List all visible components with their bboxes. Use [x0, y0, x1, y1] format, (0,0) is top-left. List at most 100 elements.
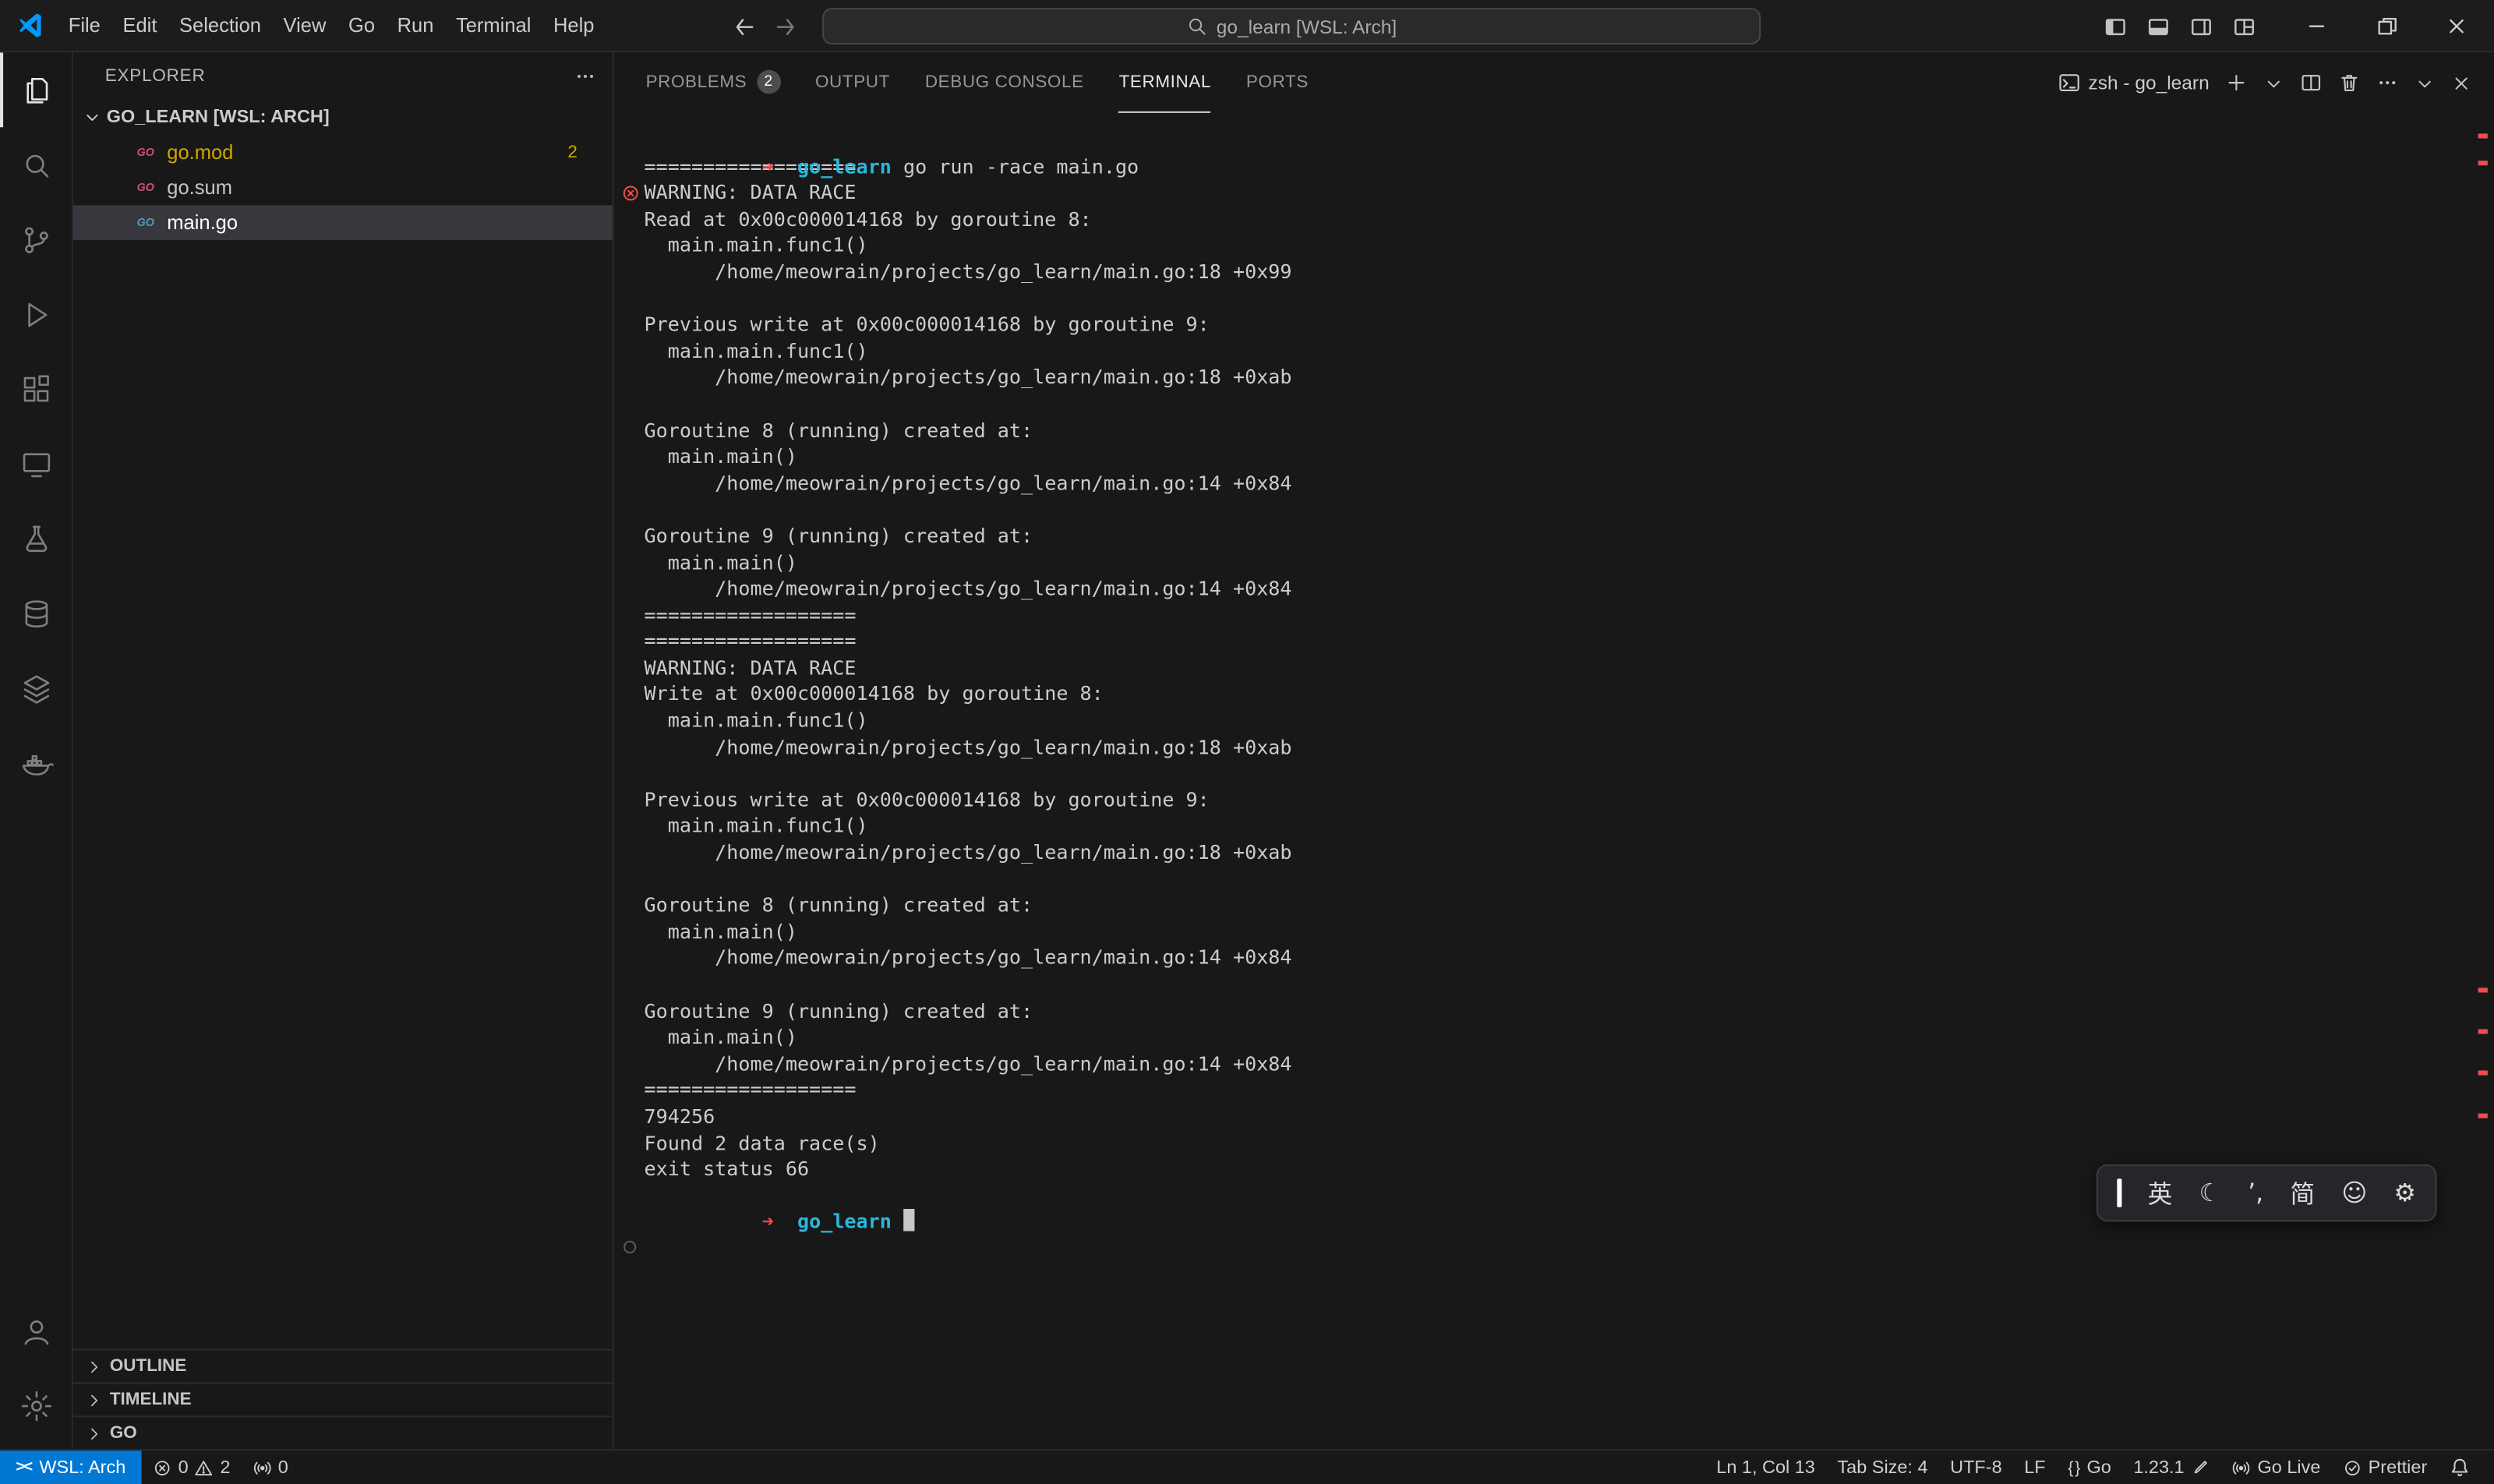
sidebar-sections: OUTLINE TIMELINE GO	[73, 1349, 613, 1450]
terminal-output: ================== WARNING: DATA RACE Re…	[645, 154, 2463, 1183]
shell-name: zsh - go_learn	[2088, 72, 2209, 94]
explorer-sidebar: EXPLORER GO_LEARN [WSL: ARCH] GO go.mod …	[73, 52, 613, 1449]
search-icon	[1186, 16, 1207, 37]
go-version[interactable]: 1.23.1	[2122, 1450, 2220, 1484]
toggle-secondary-sidebar-icon[interactable]	[2188, 13, 2214, 39]
chevron-down-icon	[83, 108, 101, 127]
menu-terminal[interactable]: Terminal	[445, 0, 542, 51]
tab-debug-console[interactable]: DEBUG CONSOLE	[925, 52, 1084, 113]
customize-layout-icon[interactable]	[2231, 13, 2257, 39]
file-row-main-go[interactable]: GO main.go	[73, 205, 613, 240]
file-row-go-mod[interactable]: GO go.mod 2	[73, 135, 613, 170]
bottom-panel: PROBLEMS 2 OUTPUT DEBUG CONSOLE TERMINAL…	[613, 52, 2494, 1449]
encoding[interactable]: UTF-8	[1939, 1450, 2013, 1484]
minimize-button[interactable]	[2281, 0, 2351, 52]
tree-root-go-learn[interactable]: GO_LEARN [WSL: ARCH]	[73, 101, 613, 136]
activity-run-debug[interactable]	[0, 277, 72, 352]
terminal-content: ➜ go_learn go run -race main.go ========…	[645, 127, 2463, 1209]
scrollbar-error-mark	[2478, 1114, 2488, 1118]
ime-punctuation-toggle[interactable]: ’,	[2248, 1178, 2263, 1207]
settings-button[interactable]	[0, 1368, 72, 1443]
menu-view[interactable]: View	[272, 0, 337, 51]
ime-simplified-toggle[interactable]: 简	[2290, 1175, 2315, 1210]
go-live-button[interactable]: Go Live	[2221, 1450, 2332, 1484]
activity-database[interactable]	[0, 576, 72, 651]
ime-emoji-icon[interactable]: ☺	[2341, 1178, 2367, 1207]
terminal-instance[interactable]: zsh - go_learn	[2058, 72, 2210, 94]
menu-go[interactable]: Go	[337, 0, 387, 51]
tab-label: PORTS	[1246, 72, 1309, 91]
go-live-label: Go Live	[2257, 1458, 2320, 1476]
tab-ports[interactable]: PORTS	[1246, 52, 1309, 113]
close-panel-icon[interactable]	[2451, 72, 2472, 94]
close-button[interactable]	[2421, 0, 2491, 52]
file-tree: GO_LEARN [WSL: ARCH] GO go.mod 2 GO go.s…	[73, 101, 613, 241]
toggle-panel-icon[interactable]	[2146, 13, 2171, 39]
activity-remote-explorer[interactable]	[0, 426, 72, 501]
panel-header: PROBLEMS 2 OUTPUT DEBUG CONSOLE TERMINAL…	[614, 52, 2494, 113]
cursor-position[interactable]: Ln 1, Col 13	[1705, 1450, 1826, 1484]
eol-sequence[interactable]: LF	[2013, 1450, 2057, 1484]
file-row-go-sum[interactable]: GO go.sum	[73, 170, 613, 205]
explorer-more-actions-icon[interactable]	[574, 65, 597, 88]
check-circle-icon	[2343, 1458, 2362, 1476]
remote-indicator[interactable]: >< WSL: Arch	[0, 1450, 142, 1484]
prettier-label: Prettier	[2369, 1458, 2428, 1476]
scrollbar-error-mark	[2478, 161, 2488, 165]
activity-source-control[interactable]	[0, 202, 72, 277]
menu-file[interactable]: File	[57, 0, 111, 51]
accounts-button[interactable]	[0, 1293, 72, 1368]
go-mod-file-icon: GO	[133, 141, 157, 165]
language-mode[interactable]: { } Go	[2057, 1450, 2122, 1484]
activity-docker[interactable]	[0, 726, 72, 800]
kill-terminal-icon[interactable]	[2338, 72, 2361, 94]
split-terminal-icon[interactable]	[2300, 72, 2323, 94]
terminal-dropdown-icon[interactable]	[2263, 72, 2284, 94]
tab-problems[interactable]: PROBLEMS 2	[646, 52, 781, 113]
back-button[interactable]	[732, 13, 758, 39]
file-name: go.sum	[167, 177, 232, 200]
ime-halfwidth-moon-icon[interactable]: ☾	[2199, 1178, 2221, 1207]
prettier-status[interactable]: Prettier	[2332, 1450, 2439, 1484]
pencil-icon	[2191, 1458, 2210, 1476]
menu-selection[interactable]: Selection	[168, 0, 273, 51]
notifications-bell[interactable]	[2439, 1450, 2482, 1484]
activity-bar-bottom	[0, 1293, 72, 1443]
forward-button[interactable]	[773, 13, 799, 39]
section-outline[interactable]: OUTLINE	[73, 1349, 613, 1383]
activity-search[interactable]	[0, 127, 72, 202]
activity-explorer[interactable]	[0, 52, 72, 127]
menu-help[interactable]: Help	[542, 0, 606, 51]
terminal-cursor	[903, 1210, 915, 1232]
restore-button[interactable]	[2351, 0, 2421, 52]
panel-more-actions-icon[interactable]	[2376, 72, 2399, 94]
activity-bar	[0, 52, 73, 1449]
extensions-icon	[18, 372, 53, 407]
ime-settings-gear-icon[interactable]: ⚙	[2394, 1178, 2416, 1207]
terminal-view[interactable]: ➜ go_learn go run -race main.go ========…	[614, 113, 2494, 1449]
file-name: main.go	[167, 211, 238, 234]
warning-icon	[195, 1458, 214, 1476]
remote-icon: ><	[16, 1458, 31, 1475]
problem-count-badge: 2	[567, 143, 578, 162]
tab-output[interactable]: OUTPUT	[815, 52, 890, 113]
toggle-primary-sidebar-icon[interactable]	[2103, 13, 2128, 39]
tab-terminal[interactable]: TERMINAL	[1119, 52, 1211, 113]
activity-testing[interactable]	[0, 501, 72, 576]
layers-icon	[18, 670, 53, 705]
section-go[interactable]: GO	[73, 1415, 613, 1449]
activity-extensions[interactable]	[0, 352, 72, 426]
problems-status[interactable]: 0 2	[142, 1450, 242, 1484]
panel-restore-icon[interactable]	[2415, 72, 2436, 94]
menu-run[interactable]: Run	[386, 0, 444, 51]
tab-size[interactable]: Tab Size: 4	[1826, 1450, 1939, 1484]
menu-edit[interactable]: Edit	[111, 0, 168, 51]
section-timeline[interactable]: TIMELINE	[73, 1382, 613, 1415]
command-center-search[interactable]: go_learn [WSL: Arch]	[822, 8, 1761, 44]
ports-status[interactable]: 0	[242, 1450, 299, 1484]
ime-language-toggle[interactable]: 英	[2148, 1175, 2173, 1210]
flask-icon	[18, 521, 53, 556]
new-terminal-icon[interactable]	[2225, 72, 2248, 94]
status-bar: >< WSL: Arch 0 2 0 Ln 1, Col 13 Tab Size…	[0, 1449, 2494, 1484]
activity-layers[interactable]	[0, 651, 72, 726]
